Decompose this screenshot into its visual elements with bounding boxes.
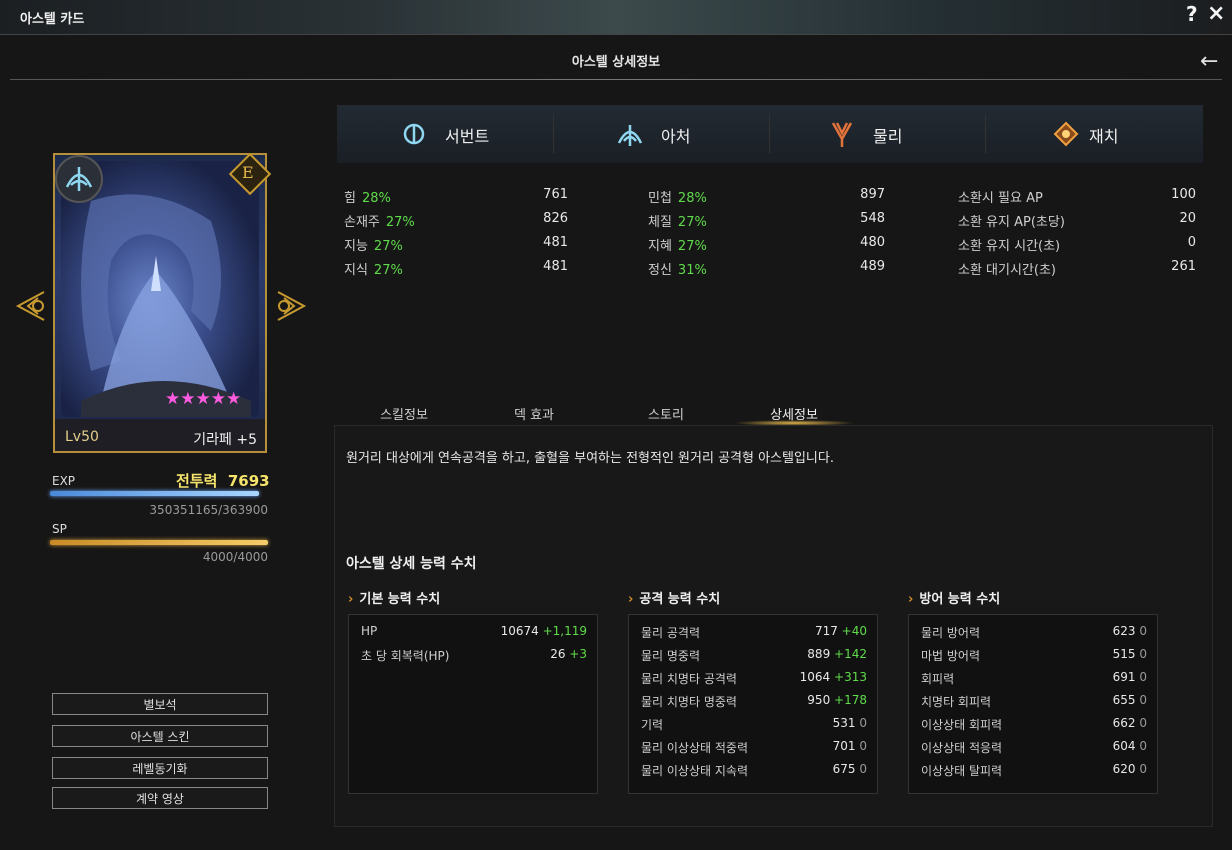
group-title-basic: › 기본 능력 수치 (348, 592, 441, 607)
stat-row: 물리 방어력 623 0 (921, 624, 1147, 640)
astel-card[interactable]: E ★★★★★ Lv50 기라페 +5 (53, 152, 272, 453)
stat-value: 489 (860, 259, 885, 274)
stat-row: 물리 치명타 공격력 1064 +313 (641, 670, 867, 686)
stat-value: 826 (543, 211, 568, 226)
stat-agility: 민첩 28% (648, 191, 707, 206)
gem-icon (1051, 119, 1081, 149)
card-level: Lv50 (65, 429, 99, 445)
stat-row: 회피력 691 0 (921, 670, 1147, 686)
archer-icon (615, 119, 645, 149)
stat-row: HP 10674 +1,119 (361, 624, 587, 638)
exp-label: EXP (52, 474, 76, 488)
stat-value: 20 (1179, 211, 1196, 226)
stat-row: 물리 명중력 889 +142 (641, 647, 867, 663)
stat-row: 물리 치명타 명중력 950 +178 (641, 693, 867, 709)
stat-row: 물리 이상상태 지속력 675 0 (641, 762, 867, 778)
stat-spirit: 정신 31% (648, 263, 707, 278)
combat-power-label: 전투력 (176, 472, 218, 490)
star-rating: ★★★★★ (165, 389, 242, 409)
stat-row: 물리 이상상태 적중력 701 0 (641, 739, 867, 755)
chevron-right-icon: › (628, 592, 634, 607)
next-card-arrow-icon[interactable] (272, 290, 308, 322)
attribute-label: 서번트 (445, 127, 490, 146)
stat-wisdom: 지혜 27% (648, 239, 707, 254)
page-header: 아스텔 상세정보 ← (0, 35, 1232, 81)
stat-row: 물리 공격력 717 +40 (641, 624, 867, 640)
attribute-archer: 아처 (553, 105, 769, 163)
servant-icon (399, 119, 429, 149)
tab-deck-effect[interactable]: 덱 효과 (464, 404, 604, 423)
summon-ap-cost: 소환시 필요 AP (958, 191, 1043, 206)
exp-value: 350351165/363900 (149, 503, 268, 517)
card-footer: Lv50 기라페 +5 (55, 419, 265, 451)
stat-row: 기력 531 0 (641, 716, 867, 732)
physical-icon (827, 119, 857, 149)
header-divider (10, 79, 1222, 80)
stat-constitution: 체질 27% (648, 215, 707, 230)
window-title: 아스텔 카드 (20, 12, 85, 27)
chevron-right-icon: › (908, 592, 914, 607)
attribute-wit: 재치 (985, 105, 1201, 163)
stat-row: 마법 방어력 515 0 (921, 647, 1147, 663)
previous-card-arrow-icon[interactable] (14, 290, 50, 322)
star-gem-button[interactable]: 별보석 (52, 693, 268, 715)
sp-bar (50, 540, 268, 545)
stat-value: 481 (543, 259, 568, 274)
exp-bar (50, 491, 260, 496)
stat-row: 이상상태 적응력 604 0 (921, 739, 1147, 755)
close-icon[interactable]: × (1207, 1, 1225, 26)
astel-skin-button[interactable]: 아스텔 스킨 (52, 725, 268, 747)
card-name: 기라페 +5 (193, 432, 257, 448)
stat-value: 480 (860, 235, 885, 250)
attribute-label: 재치 (1089, 127, 1119, 146)
stat-value: 261 (1171, 259, 1196, 274)
summon-duration: 소환 유지 시간(초) (958, 239, 1061, 254)
class-archer-icon (55, 155, 103, 203)
stat-value: 897 (860, 187, 885, 202)
stat-value: 761 (543, 187, 568, 202)
stat-value: 0 (1187, 235, 1196, 250)
detail-section-title: 아스텔 상세 능력 수치 (346, 556, 477, 572)
help-icon[interactable]: ? (1186, 2, 1198, 26)
attribute-physical: 물리 (769, 105, 985, 163)
contract-video-button[interactable]: 계약 영상 (52, 787, 268, 809)
attribute-bar: 서번트 아처 물리 재치 (337, 105, 1203, 163)
stat-intelligence: 지능 27% (344, 239, 403, 254)
stat-row: 초 당 회복력(HP) 26 +3 (361, 647, 587, 663)
stat-value: 481 (543, 235, 568, 250)
group-defense-stats: 물리 방어력 623 0 마법 방어력 515 0 회피력 691 0 치명타 회피력… (908, 614, 1158, 794)
stat-value: 548 (860, 211, 885, 226)
stat-knowledge: 지식 27% (344, 263, 403, 278)
combat-power-value: 7693 (227, 472, 270, 490)
stat-row: 이상상태 탈피력 620 0 (921, 762, 1147, 778)
window-titlebar: 아스텔 카드 ? × (0, 0, 1232, 35)
group-title-defense: › 방어 능력 수치 (908, 592, 1001, 607)
stat-strength: 힘 28% (344, 191, 391, 206)
tab-skill-info[interactable]: 스킬정보 (334, 404, 474, 423)
stat-dexterity: 손재주 27% (344, 215, 415, 230)
stat-row: 이상상태 회피력 662 0 (921, 716, 1147, 732)
attribute-label: 물리 (873, 127, 903, 146)
summon-upkeep-ap: 소환 유지 AP(초당) (958, 215, 1065, 230)
sp-value: 4000/4000 (202, 550, 268, 564)
astel-description: 원거리 대상에게 연속공격을 하고, 출혈을 부여하는 전형적인 원거리 공격형… (346, 451, 834, 466)
attribute-servant: 서번트 (337, 105, 553, 163)
tab-story[interactable]: 스토리 (596, 404, 736, 423)
group-basic-stats: HP 10674 +1,119 초 당 회복력(HP) 26 +3 (348, 614, 598, 794)
attribute-label: 아처 (661, 127, 691, 146)
group-attack-stats: 물리 공격력 717 +40 물리 명중력 889 +142 물리 치명타 공격력 1… (628, 614, 878, 794)
sp-label: SP (52, 522, 67, 536)
grade-letter: E (242, 163, 254, 182)
group-title-attack: › 공격 능력 수치 (628, 592, 721, 607)
back-arrow-icon[interactable]: ← (1200, 49, 1218, 74)
combat-power: 전투력 7693 (176, 470, 270, 491)
level-sync-button[interactable]: 레벨동기화 (52, 757, 268, 779)
page-title: 아스텔 상세정보 (571, 55, 661, 70)
stat-row: 치명타 회피력 655 0 (921, 693, 1147, 709)
summon-cooldown: 소환 대기시간(초) (958, 263, 1056, 278)
stat-value: 100 (1171, 187, 1196, 202)
chevron-right-icon: › (348, 592, 354, 607)
